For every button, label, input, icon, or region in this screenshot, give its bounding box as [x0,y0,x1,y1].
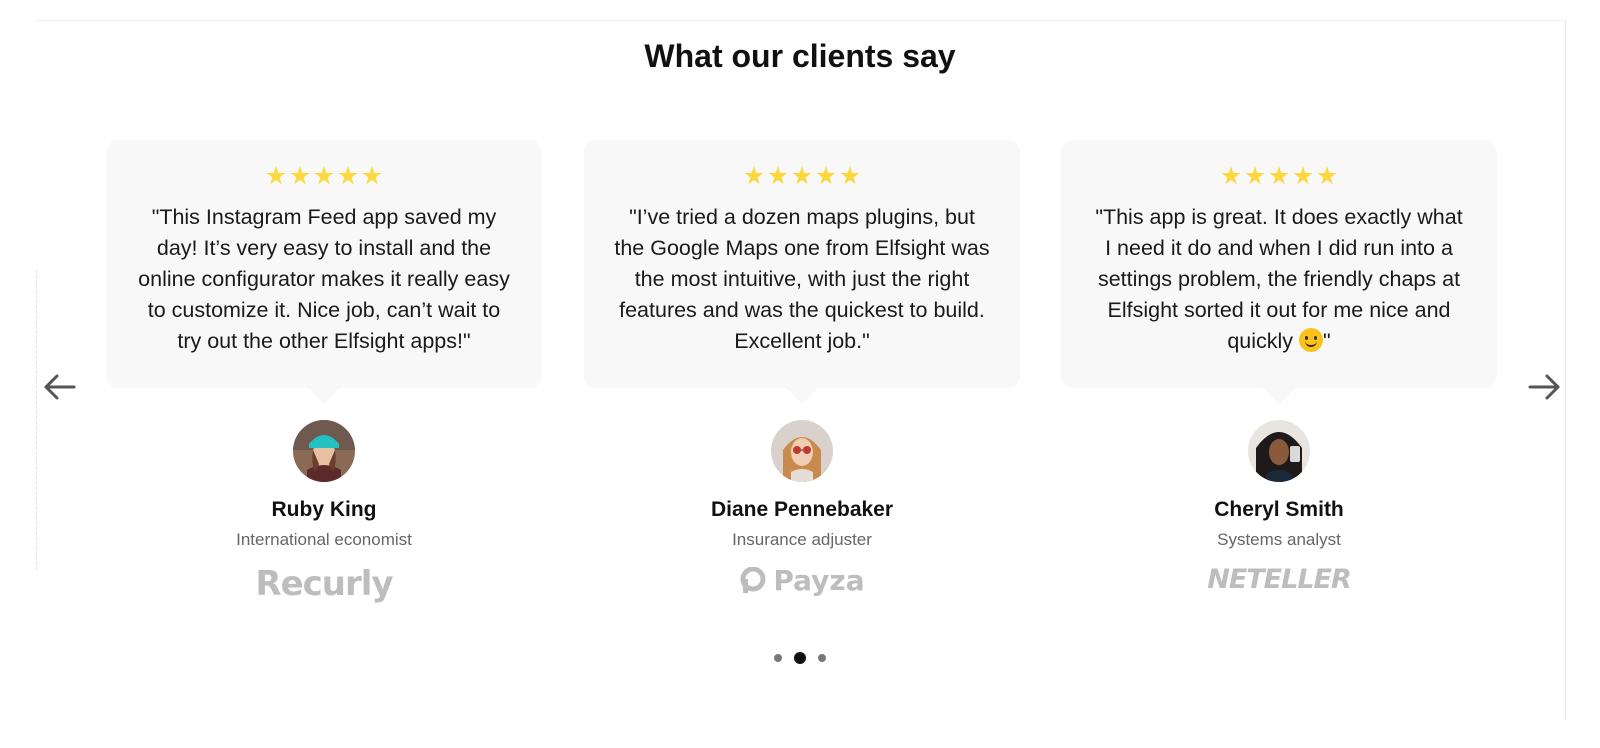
star-icon [1245,166,1265,185]
arrow-right-icon [1528,374,1560,400]
star-icon [1293,166,1313,185]
star-icon [290,166,310,185]
payza-logo: Payza [739,564,865,597]
testimonial-quote: "This app is great. It does exactly what… [1091,202,1467,357]
client-role: Systems analyst [1217,530,1341,549]
payza-wordmark: Payza [773,564,865,597]
star-icon [1221,166,1241,185]
company-logo: NETELLER [1061,564,1497,604]
star-icon [266,166,286,185]
avatar [771,420,833,482]
next-arrow-button[interactable] [1524,372,1564,402]
client-name: Diane Pennebaker [710,498,894,521]
pagination-dots [0,652,1600,664]
star-icon [792,166,812,185]
star-rating [614,166,990,188]
star-rating [136,166,512,188]
star-icon [840,166,860,185]
star-icon [314,166,334,185]
quote-closing: " [1323,329,1331,353]
arrow-left-icon [44,374,76,400]
star-icon [816,166,836,185]
section-title: What our clients say [644,38,956,74]
testimonial-card: "This app is great. It does exactly what… [1061,140,1497,604]
prev-arrow-button[interactable] [40,372,80,402]
testimonial-bubble: "This Instagram Feed app saved my day! I… [106,140,542,404]
client-name: Cheryl Smith [1214,498,1344,521]
client-name: Ruby King [271,498,377,521]
star-icon [1269,166,1289,185]
pagination-dot-2[interactable] [794,652,806,664]
client-role: International economist [236,530,412,549]
smiling-face-emoji-icon [1299,328,1324,352]
testimonial-quote: "This Instagram Feed app saved my day! I… [138,205,510,353]
testimonial-card: "This Instagram Feed app saved my day! I… [106,140,542,604]
quote-text: "This app is great. It does exactly what… [1095,205,1463,353]
star-icon [768,166,788,185]
company-logo: Payza [584,564,1020,604]
avatar [293,420,355,482]
avatar [1248,420,1310,482]
pagination-dot-3[interactable] [818,654,826,662]
star-icon [744,166,764,185]
testimonial-card: "I’ve tried a dozen maps plugins, but th… [584,140,1020,604]
recurly-logo: Recurly [255,564,393,604]
testimonial-bubble: "I’ve tried a dozen maps plugins, but th… [584,140,1020,404]
testimonial-quote: "I’ve tried a dozen maps plugins, but th… [614,205,990,353]
client-role: Insurance adjuster [732,530,872,549]
star-rating [1091,166,1467,188]
star-icon [1317,166,1337,185]
neteller-logo: NETELLER [1207,564,1352,595]
pagination-dot-1[interactable] [774,654,782,662]
star-icon [362,166,382,185]
company-logo: Recurly [106,564,542,604]
testimonial-bubble: "This app is great. It does exactly what… [1061,140,1497,404]
star-icon [338,166,358,185]
left-edge-guide [36,270,39,570]
payza-mark-icon [740,566,766,593]
